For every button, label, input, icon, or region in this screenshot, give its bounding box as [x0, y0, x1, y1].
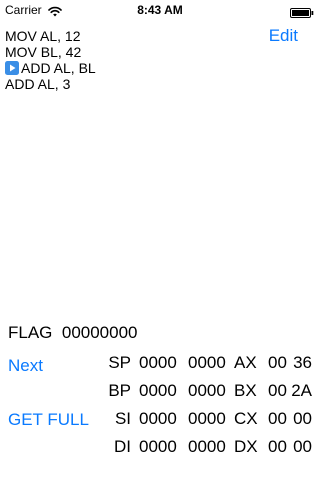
code-line-text: MOV AL, 12 — [5, 28, 81, 44]
edit-button[interactable]: Edit — [269, 26, 298, 46]
register-high-word: 0000 — [139, 409, 177, 428]
register-name: SI — [114, 409, 131, 428]
code-line[interactable]: MOV BL, 42 — [5, 44, 96, 60]
code-line-current[interactable]: ADD AL, BL — [5, 60, 96, 76]
register-row: SP 0000 0000 AX 00 36 — [0, 349, 320, 377]
register-name: SP — [108, 353, 131, 372]
register-low-byte: 2A — [291, 381, 312, 400]
register-row: SI 0000 0000 CX 00 00 — [0, 405, 320, 433]
register-high-byte: 00 — [268, 353, 287, 372]
general-register-name: DX — [234, 437, 258, 456]
register-high-byte: 00 — [268, 381, 287, 400]
register-high-byte: 00 — [268, 437, 287, 456]
register-row: BP 0000 0000 BX 00 2A — [0, 377, 320, 405]
register-low-byte: 00 — [293, 437, 312, 456]
register-low-word: 0000 — [188, 437, 226, 456]
general-register-name: AX — [234, 353, 257, 372]
code-line-text: MOV BL, 42 — [5, 44, 82, 60]
register-low-byte: 36 — [293, 353, 312, 372]
register-low-word: 0000 — [188, 353, 226, 372]
status-bar: Carrier 8:43 AM — [0, 0, 320, 20]
flag-value: 00000000 — [61, 323, 138, 342]
register-low-word: 0000 — [188, 409, 226, 428]
clock: 8:43 AM — [137, 3, 183, 17]
register-name: DI — [114, 437, 131, 456]
register-low-byte: 00 — [293, 409, 312, 428]
code-line-text: ADD AL, BL — [21, 60, 96, 76]
code-line[interactable]: MOV AL, 12 — [5, 28, 96, 44]
register-high-word: 0000 — [139, 437, 177, 456]
register-row: DI 0000 0000 DX 00 00 — [0, 433, 320, 461]
program-listing: MOV AL, 12 MOV BL, 42 ADD AL, BL ADD AL,… — [5, 28, 96, 92]
register-low-word: 0000 — [188, 381, 226, 400]
flag-row: FLAG 00000000 — [8, 323, 138, 343]
code-line-text: ADD AL, 3 — [5, 76, 71, 92]
register-name: BP — [108, 381, 131, 400]
general-register-name: CX — [234, 409, 258, 428]
battery-full-icon — [290, 5, 314, 18]
flag-label: FLAG — [8, 323, 53, 342]
general-register-name: BX — [234, 381, 257, 400]
register-high-word: 0000 — [139, 353, 177, 372]
register-grid: SP 0000 0000 AX 00 36 BP 0000 0000 BX 00… — [0, 349, 320, 461]
code-line[interactable]: ADD AL, 3 — [5, 76, 96, 92]
register-high-word: 0000 — [139, 381, 177, 400]
play-icon — [5, 61, 19, 75]
register-high-byte: 00 — [268, 409, 287, 428]
